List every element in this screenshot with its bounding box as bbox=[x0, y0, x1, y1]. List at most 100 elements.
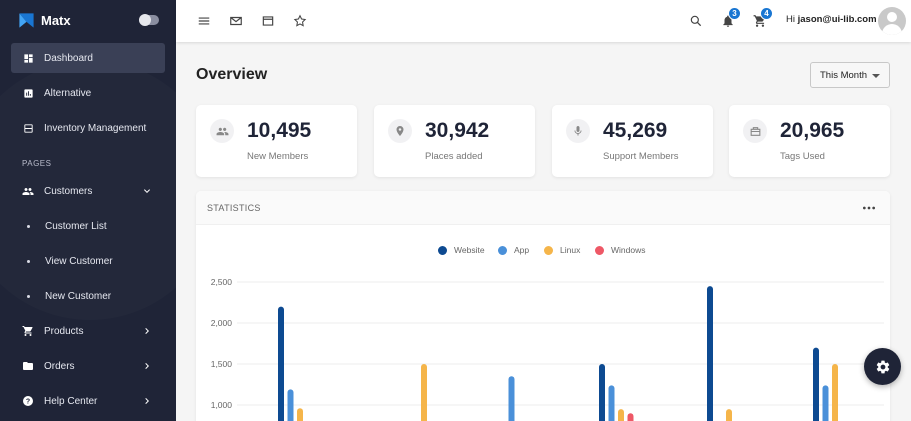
stat-label: Tags Used bbox=[780, 151, 825, 162]
avatar-body bbox=[882, 24, 902, 35]
chevron-down-icon bbox=[144, 189, 150, 193]
topbar: 3 4 Hi jason@ui-lib.com bbox=[176, 0, 911, 42]
sidebar-item-label: Customers bbox=[44, 185, 93, 197]
sidebar-section-label: PAGES bbox=[22, 159, 52, 168]
stat-value: 30,942 bbox=[425, 119, 490, 142]
more-horizontal-icon[interactable] bbox=[862, 202, 876, 214]
help-icon: ? bbox=[22, 395, 34, 407]
cart-icon bbox=[22, 325, 34, 337]
inventory-icon bbox=[22, 122, 34, 134]
bar-website[interactable] bbox=[813, 347, 819, 421]
y-tick-label: 1,000 bbox=[211, 400, 233, 410]
bar-website[interactable] bbox=[278, 306, 284, 421]
folder-icon bbox=[22, 360, 34, 372]
bullet-icon bbox=[27, 294, 30, 298]
menu-icon[interactable] bbox=[196, 13, 212, 29]
mail-icon[interactable] bbox=[228, 13, 244, 29]
bar-linux[interactable] bbox=[832, 364, 838, 421]
y-tick-label: 2,500 bbox=[211, 277, 233, 287]
matx-logo-icon bbox=[19, 12, 34, 28]
location-pin-icon bbox=[388, 119, 412, 143]
avatar[interactable] bbox=[878, 7, 906, 35]
sidebar-subitem-view-customer[interactable]: View Customer bbox=[11, 246, 165, 276]
sidebar-item-label: View Customer bbox=[45, 255, 113, 267]
chevron-right-icon bbox=[145, 398, 149, 404]
sidebar-item-alternative[interactable]: Alternative bbox=[11, 78, 165, 108]
svg-text:?: ? bbox=[26, 399, 30, 406]
stat-card-tags-used[interactable]: 20,965 Tags Used bbox=[729, 105, 890, 177]
stat-label: Support Members bbox=[603, 151, 679, 162]
stat-value: 45,269 bbox=[603, 119, 668, 142]
statistics-title: STATISTICS bbox=[207, 203, 261, 213]
caret-down-icon bbox=[872, 74, 880, 78]
people-icon bbox=[210, 119, 234, 143]
sidebar-item-dashboard[interactable]: Dashboard bbox=[11, 43, 165, 73]
stat-label: Places added bbox=[425, 151, 483, 162]
bar-linux[interactable] bbox=[297, 408, 303, 421]
sidebar: Matx Dashboard Alternative Inventory Man… bbox=[0, 0, 176, 421]
sidebar-item-label: Inventory Management bbox=[44, 122, 147, 134]
notifications-button[interactable]: 3 bbox=[720, 7, 741, 29]
bar-app[interactable] bbox=[822, 385, 829, 421]
statistics-header: STATISTICS bbox=[196, 191, 890, 225]
stat-value: 20,965 bbox=[780, 119, 845, 142]
stat-card-support-members[interactable]: 45,269 Support Members bbox=[552, 105, 713, 177]
y-tick-label: 1,500 bbox=[211, 359, 233, 369]
brand-name: Matx bbox=[41, 12, 71, 28]
bar-app[interactable] bbox=[287, 389, 294, 421]
greeting-prefix: Hi bbox=[786, 14, 795, 25]
stat-label: New Members bbox=[247, 151, 309, 162]
sidebar-compact-toggle[interactable] bbox=[139, 14, 159, 26]
sidebar-item-products[interactable]: Products bbox=[11, 316, 165, 346]
sidebar-item-orders[interactable]: Orders bbox=[11, 351, 165, 381]
tag-icon bbox=[743, 119, 767, 143]
sidebar-item-label: Products bbox=[44, 325, 84, 337]
bar-linux[interactable] bbox=[618, 409, 624, 421]
search-icon[interactable] bbox=[688, 13, 704, 29]
web-asset-icon[interactable] bbox=[260, 13, 276, 29]
sidebar-item-label: Dashboard bbox=[44, 52, 93, 64]
sidebar-item-label: New Customer bbox=[45, 290, 112, 302]
username: jason@ui-lib.com bbox=[797, 14, 877, 25]
sidebar-item-label: Alternative bbox=[44, 87, 92, 99]
stat-card-new-members[interactable]: 10,495 New Members bbox=[196, 105, 357, 177]
sidebar-item-label: Help Center bbox=[44, 395, 98, 407]
user-greeting[interactable]: Hi jason@ui-lib.com bbox=[786, 14, 877, 25]
cart-button[interactable]: 4 bbox=[752, 7, 773, 29]
bar-linux[interactable] bbox=[726, 409, 732, 421]
bar-linux[interactable] bbox=[421, 364, 427, 421]
gear-icon bbox=[876, 360, 889, 373]
bar-windows[interactable] bbox=[627, 413, 634, 421]
brand[interactable]: Matx bbox=[18, 11, 71, 29]
bar-website[interactable] bbox=[599, 364, 605, 421]
stat-card-places-added[interactable]: 30,942 Places added bbox=[374, 105, 535, 177]
sidebar-subitem-customer-list[interactable]: Customer List bbox=[11, 211, 165, 241]
y-tick-label: 2,000 bbox=[211, 318, 233, 328]
star-icon[interactable] bbox=[292, 13, 308, 29]
microphone-icon bbox=[566, 119, 590, 143]
notifications-badge: 3 bbox=[728, 7, 741, 20]
chevron-right-icon bbox=[145, 328, 149, 334]
period-select[interactable]: This Month bbox=[810, 62, 890, 88]
bar-app[interactable] bbox=[608, 385, 615, 421]
people-icon bbox=[22, 185, 34, 197]
dashboard-icon bbox=[22, 52, 34, 64]
sidebar-item-help-center[interactable]: ? Help Center bbox=[11, 386, 165, 416]
sidebar-subitem-new-customer[interactable]: New Customer bbox=[11, 281, 165, 311]
sidebar-item-label: Customer List bbox=[45, 220, 107, 232]
settings-fab[interactable] bbox=[864, 348, 901, 385]
bar-website[interactable] bbox=[707, 286, 713, 421]
bullet-icon bbox=[27, 224, 30, 228]
period-select-value: This Month bbox=[820, 69, 867, 81]
bar-app[interactable] bbox=[508, 376, 515, 421]
statistics-card: STATISTICS Website App Linux Windows 2,5… bbox=[196, 191, 890, 421]
chart-icon bbox=[22, 87, 34, 99]
page-title: Overview bbox=[196, 66, 268, 83]
sidebar-item-customers[interactable]: Customers bbox=[11, 176, 165, 206]
sidebar-item-inventory-management[interactable]: Inventory Management bbox=[11, 113, 165, 143]
bullet-icon bbox=[27, 259, 30, 263]
chevron-right-icon bbox=[145, 363, 149, 369]
stat-value: 10,495 bbox=[247, 119, 312, 142]
toggle-knob bbox=[139, 14, 151, 26]
cart-badge: 4 bbox=[760, 7, 773, 20]
